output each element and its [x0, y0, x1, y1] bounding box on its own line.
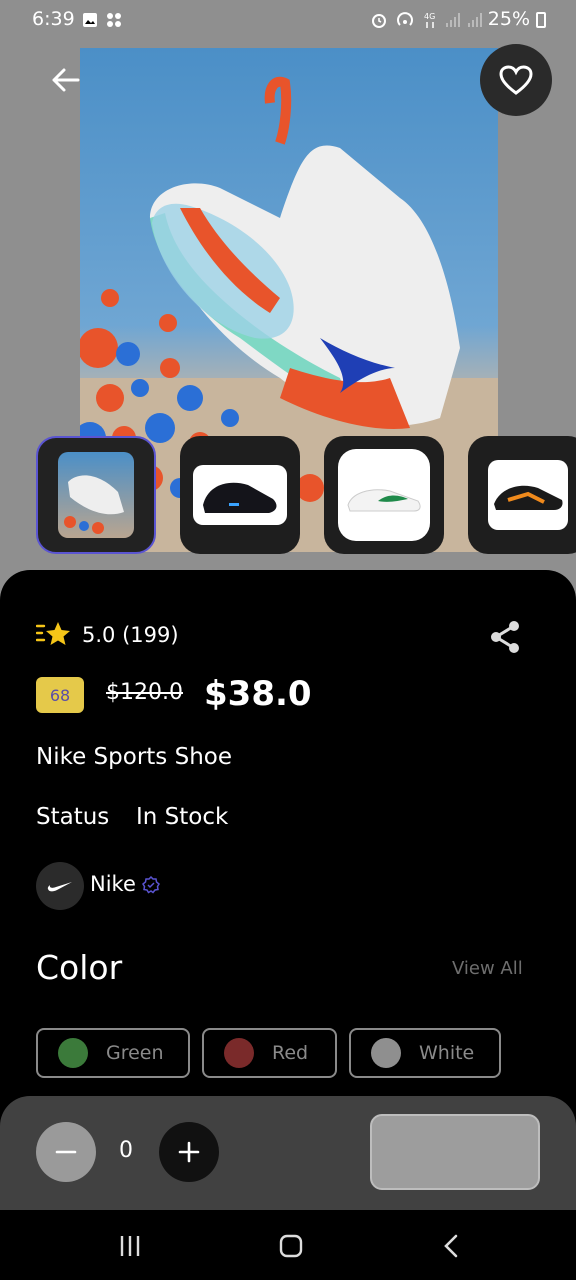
product-name: Nike Sports Shoe: [36, 744, 232, 770]
color-option-red[interactable]: Red: [202, 1028, 337, 1078]
gallery-icon: [83, 13, 97, 27]
original-price: $120.0: [106, 680, 183, 705]
star-icon: [36, 622, 70, 645]
network-4g-icon: 4G: [424, 12, 435, 28]
recent-apps-button[interactable]: [110, 1226, 150, 1266]
status-label: Status: [36, 804, 110, 830]
stock-status: In Stock: [136, 804, 229, 830]
arrow-left-icon: [52, 68, 80, 92]
hotspot-icon: [397, 12, 413, 26]
share-button[interactable]: [486, 618, 524, 656]
plus-icon: [178, 1141, 200, 1163]
view-all-link[interactable]: View All: [452, 958, 523, 979]
thumbnail-2[interactable]: [180, 436, 300, 554]
nike-swoosh-icon: [47, 882, 72, 892]
signal-icon: [446, 13, 460, 27]
color-swatch: [371, 1038, 401, 1068]
svg-text:4G: 4G: [424, 12, 435, 21]
recents-icon: [120, 1236, 140, 1256]
signal-icon-2: [468, 13, 482, 27]
status-time: 6:39: [32, 8, 75, 30]
home-icon: [279, 1234, 303, 1258]
color-option-label: Red: [272, 1042, 309, 1064]
favorite-button[interactable]: [480, 44, 552, 116]
add-to-cart-button[interactable]: [370, 1114, 540, 1190]
back-button[interactable]: [44, 58, 88, 102]
quantity-value: 0: [119, 1138, 133, 1163]
sale-price: $38.0: [204, 674, 312, 714]
thumbnail-image: [488, 460, 568, 530]
color-option-green[interactable]: Green: [36, 1028, 190, 1078]
heart-icon: [499, 65, 533, 95]
decrease-quantity-button[interactable]: [36, 1122, 96, 1182]
apps-icon: [107, 13, 121, 27]
brand-logo[interactable]: [36, 862, 84, 910]
rating-value: 5.0 (199): [82, 623, 179, 647]
color-swatch: [224, 1038, 254, 1068]
home-button[interactable]: [271, 1226, 311, 1266]
rating-row: 5.0 (199): [36, 620, 179, 650]
thumbnail-1[interactable]: [36, 436, 156, 554]
battery-icon: [536, 12, 546, 28]
verified-badge-icon: [142, 876, 160, 894]
alarm-icon: [372, 14, 386, 28]
battery-percent: 25%: [487, 8, 530, 30]
system-back-button[interactable]: [432, 1226, 472, 1266]
thumbnail-image: [193, 465, 287, 525]
color-section-heading: Color: [36, 948, 123, 987]
chevron-left-icon: [444, 1234, 458, 1258]
color-option-label: White: [419, 1042, 475, 1064]
thumbnail-3[interactable]: [324, 436, 444, 554]
thumbnail-4[interactable]: [468, 436, 576, 554]
increase-quantity-button[interactable]: [159, 1122, 219, 1182]
status-bar: 6:39 4G 25%: [0, 0, 576, 42]
color-option-white[interactable]: White: [349, 1028, 501, 1078]
thumbnail-image: [338, 449, 430, 541]
thumbnail-image: [58, 452, 134, 538]
color-swatch: [58, 1038, 88, 1068]
color-option-label: Green: [106, 1042, 164, 1064]
discount-badge: 68: [36, 677, 84, 713]
brand-name[interactable]: Nike: [90, 872, 136, 896]
minus-icon: [55, 1150, 77, 1154]
share-icon: [491, 621, 519, 653]
